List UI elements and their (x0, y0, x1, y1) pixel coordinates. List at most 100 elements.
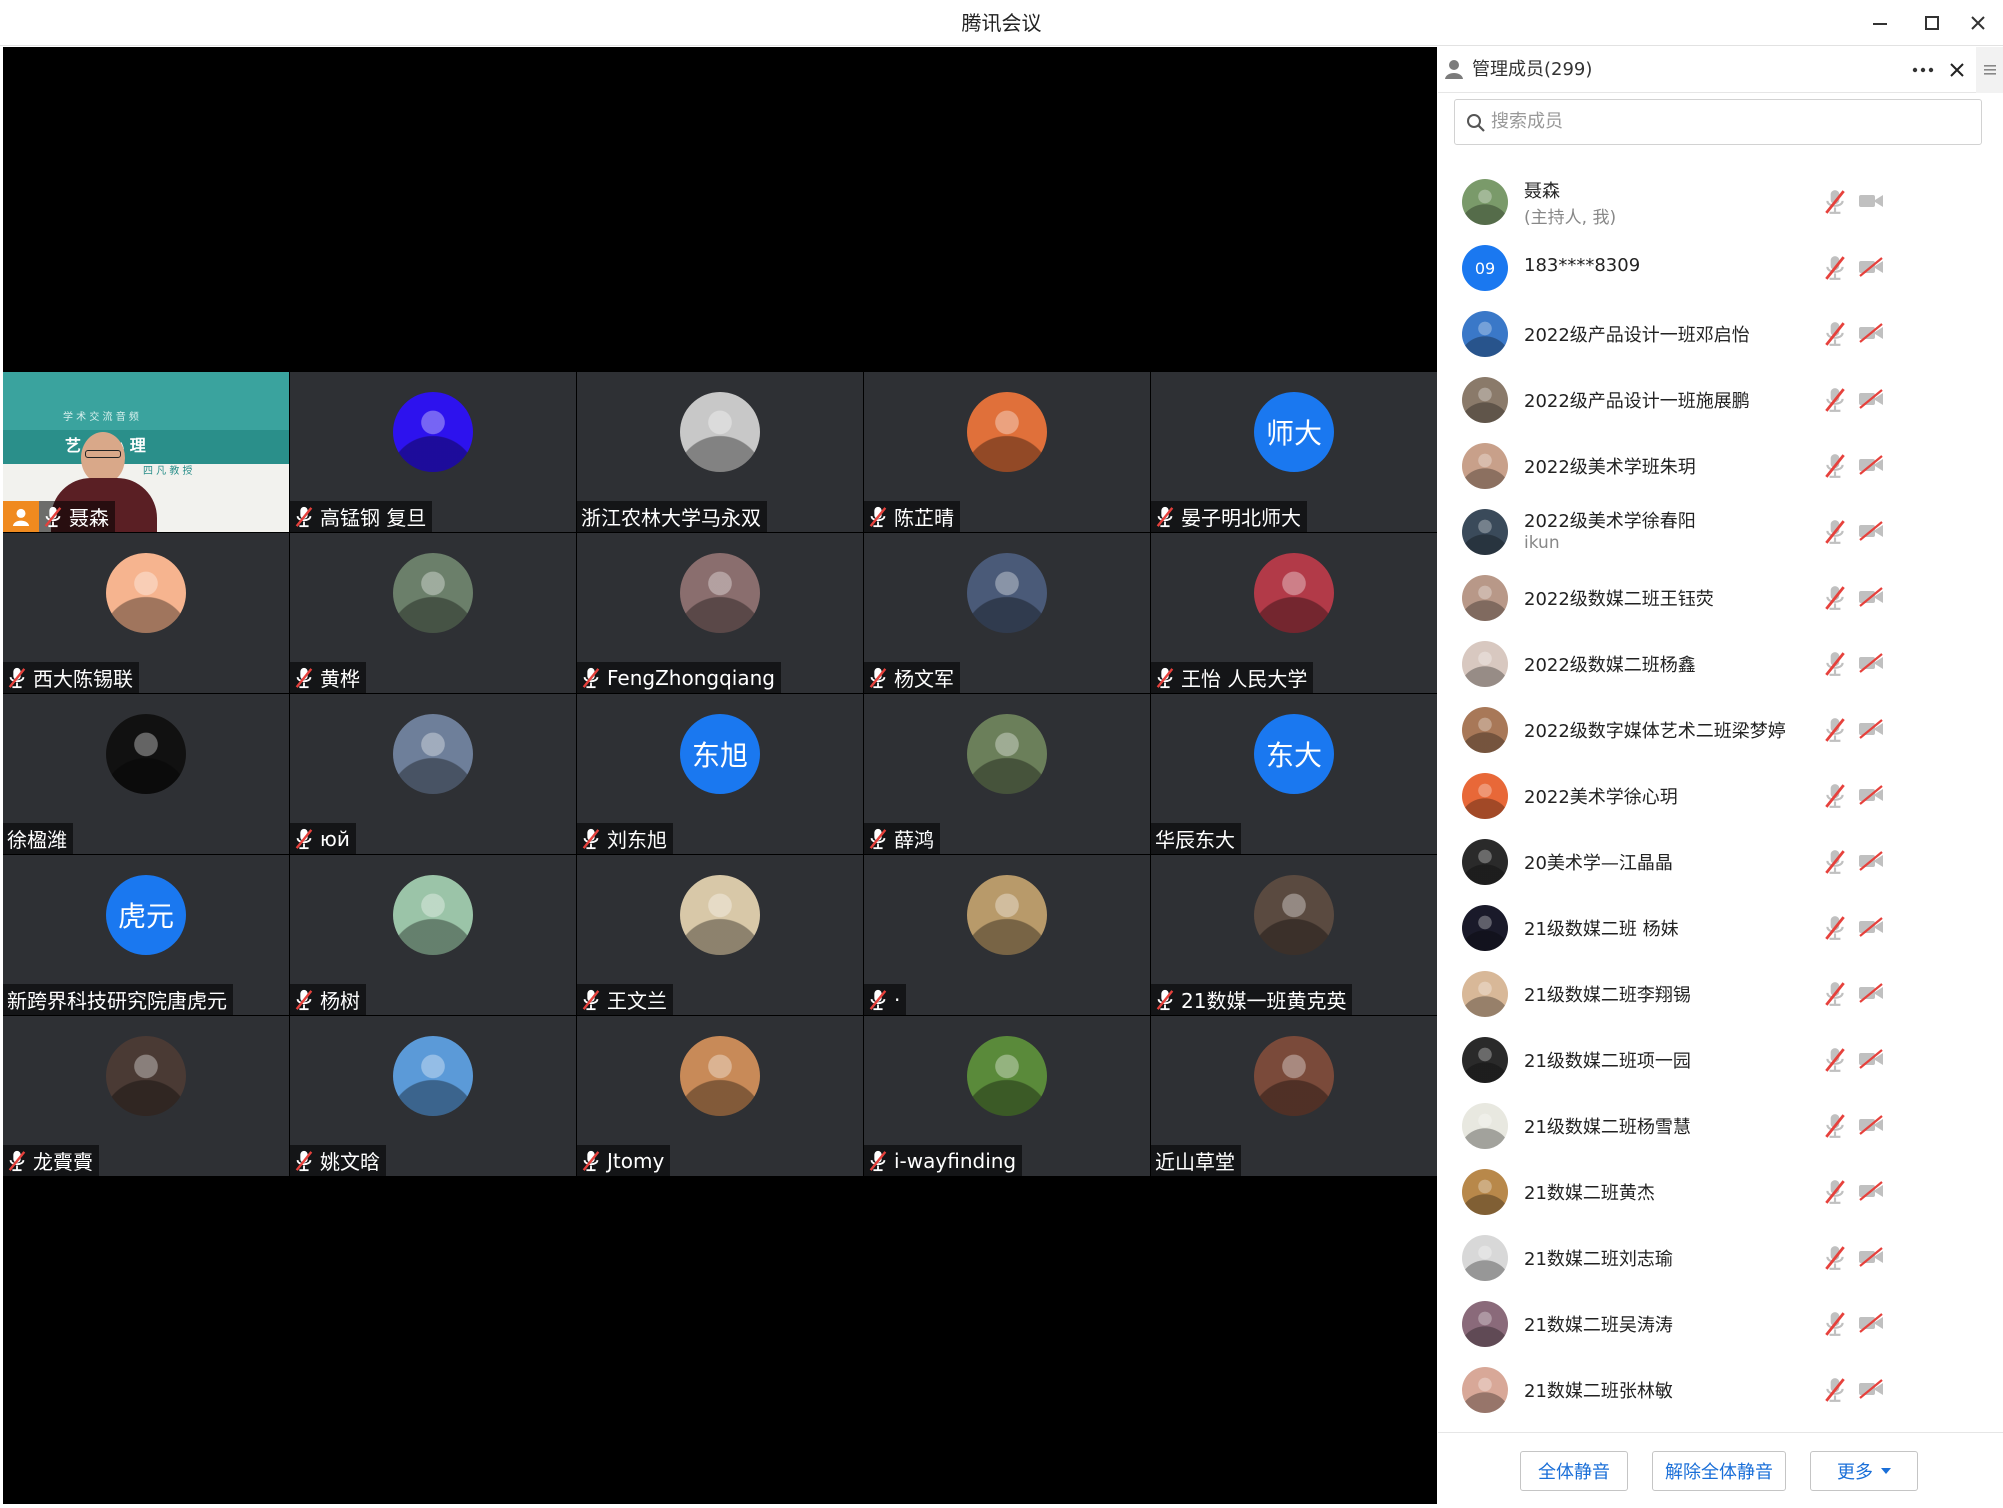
participant-name-label: 徐楹潍 (3, 823, 73, 854)
camera-icon (1859, 195, 1883, 207)
video-tile[interactable]: 学 术 交 流 音 频艺 与 心 理四 凡 教 授聂森 (3, 372, 289, 532)
member-camera-toggle[interactable] (1858, 521, 1884, 541)
mute-all-button[interactable]: 全体静音 (1520, 1451, 1628, 1491)
member-mic-toggle[interactable] (1824, 981, 1846, 1007)
video-tile[interactable]: 高锰钢 复旦 (290, 372, 576, 532)
video-tile[interactable]: 黄桦 (290, 533, 576, 693)
member-mic-toggle[interactable] (1824, 783, 1846, 809)
member-search-input[interactable]: 搜索成员 (1454, 99, 1982, 145)
member-camera-toggle[interactable] (1858, 983, 1884, 1003)
member-row[interactable]: 21级数媒二班项一园 (1438, 1027, 2003, 1093)
member-row[interactable]: 2022级产品设计一班邓启怡 (1438, 301, 2003, 367)
member-camera-toggle[interactable] (1858, 323, 1884, 343)
unmute-all-button[interactable]: 解除全体静音 (1652, 1451, 1786, 1491)
member-row[interactable]: 2022级美术学徐春阳 ikun (1438, 499, 2003, 565)
member-row[interactable]: 21数媒二班刘志瑜 (1438, 1225, 2003, 1291)
video-tile[interactable]: 龙賷賷 (3, 1016, 289, 1176)
member-row[interactable]: 2022级数媒二班杨鑫 (1438, 631, 2003, 697)
member-row[interactable]: 21数媒二班张林敏 (1438, 1357, 2003, 1423)
video-tile[interactable]: Jtomy (577, 1016, 863, 1176)
member-camera-toggle[interactable] (1858, 851, 1884, 871)
video-tile[interactable]: 21数媒一班黄克英 (1151, 855, 1437, 1015)
member-camera-toggle[interactable] (1858, 785, 1884, 805)
member-row[interactable]: 聂森 (主持人, 我) (1438, 169, 2003, 235)
member-mic-toggle[interactable] (1824, 585, 1846, 611)
panel-menu-button[interactable] (1976, 47, 2003, 93)
video-tile[interactable]: 西大陈锡联 (3, 533, 289, 693)
camera-off-icon (1859, 1379, 1883, 1399)
member-row[interactable]: 21数媒二班黄杰 (1438, 1159, 2003, 1225)
member-camera-toggle[interactable] (1858, 1181, 1884, 1201)
member-mic-toggle[interactable] (1824, 255, 1846, 281)
video-tile[interactable]: 徐楹潍 (3, 694, 289, 854)
more-button[interactable]: 更多 (1810, 1451, 1918, 1491)
video-tile[interactable]: юй (290, 694, 576, 854)
member-mic-toggle[interactable] (1824, 519, 1846, 545)
member-camera-toggle[interactable] (1858, 1379, 1884, 1399)
minimize-button[interactable] (1862, 7, 1898, 39)
video-tile[interactable]: 王文兰 (577, 855, 863, 1015)
member-camera-toggle[interactable] (1858, 1049, 1884, 1069)
member-mic-toggle[interactable] (1824, 651, 1846, 677)
video-tile[interactable]: 王怡 人民大学 (1151, 533, 1437, 693)
member-mic-toggle[interactable] (1824, 1311, 1846, 1337)
member-mic-toggle[interactable] (1824, 1047, 1846, 1073)
member-mic-toggle[interactable] (1824, 915, 1846, 941)
member-row[interactable]: 09 183****8309 (1438, 235, 2003, 301)
member-mic-toggle[interactable] (1824, 453, 1846, 479)
member-mic-toggle[interactable] (1824, 321, 1846, 347)
more-dots-icon (1912, 67, 1934, 73)
member-mic-toggle[interactable] (1824, 1245, 1846, 1271)
member-row[interactable]: 20美术学—江晶晶 (1438, 829, 2003, 895)
member-row[interactable]: 21级数媒二班李翔锡 (1438, 961, 2003, 1027)
member-camera-toggle[interactable] (1858, 455, 1884, 475)
member-row[interactable]: 2022美术学徐心玥 (1438, 763, 2003, 829)
member-camera-toggle[interactable] (1858, 719, 1884, 739)
video-tile[interactable]: 陈芷晴 (864, 372, 1150, 532)
member-camera-toggle[interactable] (1858, 587, 1884, 607)
video-tile[interactable]: 东旭 刘东旭 (577, 694, 863, 854)
member-camera-toggle[interactable] (1858, 389, 1884, 409)
member-mic-toggle[interactable] (1824, 849, 1846, 875)
member-camera-toggle[interactable] (1858, 1313, 1884, 1333)
video-tile[interactable]: 师大 晏子明北师大 (1151, 372, 1437, 532)
member-mic-toggle[interactable] (1824, 1113, 1846, 1139)
video-tile[interactable]: 姚文晗 (290, 1016, 576, 1176)
video-tile[interactable]: 杨树 (290, 855, 576, 1015)
member-row[interactable]: 2022级数字媒体艺术二班梁梦婷 (1438, 697, 2003, 763)
member-mic-toggle[interactable] (1824, 189, 1846, 215)
member-camera-toggle[interactable] (1858, 653, 1884, 673)
member-row[interactable]: 2022级数媒二班王钰荧 (1438, 565, 2003, 631)
video-tile[interactable]: i-wayfinding (864, 1016, 1150, 1176)
member-camera-toggle[interactable] (1858, 191, 1884, 211)
video-tile[interactable]: 浙江农林大学马永双 (577, 372, 863, 532)
member-camera-toggle[interactable] (1858, 917, 1884, 937)
video-tile[interactable]: 东大 华辰东大 (1151, 694, 1437, 854)
mic-muted-icon (1156, 506, 1174, 527)
video-tile[interactable]: 近山草堂 (1151, 1016, 1437, 1176)
member-mic-toggle[interactable] (1824, 1377, 1846, 1403)
maximize-button[interactable] (1914, 7, 1950, 39)
participant-name: 黄桦 (320, 667, 360, 691)
close-panel-button[interactable] (1942, 55, 1972, 85)
member-camera-toggle[interactable] (1858, 1115, 1884, 1135)
video-tile[interactable]: · (864, 855, 1150, 1015)
member-mic-toggle[interactable] (1824, 387, 1846, 413)
video-tile[interactable]: 杨文军 (864, 533, 1150, 693)
member-row[interactable]: 2022级美术学班朱玥 (1438, 433, 2003, 499)
member-mic-toggle[interactable] (1824, 1179, 1846, 1205)
participant-name-label: 晏子明北师大 (1151, 501, 1307, 532)
member-mic-toggle[interactable] (1824, 717, 1846, 743)
member-row[interactable]: 21级数媒二班杨雪慧 (1438, 1093, 2003, 1159)
participant-name-label: 杨树 (290, 984, 366, 1015)
member-row[interactable]: 21级数媒二班 杨妹 (1438, 895, 2003, 961)
close-window-button[interactable] (1960, 7, 1996, 39)
video-tile[interactable]: 虎元 新跨界科技研究院唐虎元 (3, 855, 289, 1015)
member-camera-toggle[interactable] (1858, 257, 1884, 277)
more-options-button[interactable] (1908, 55, 1938, 85)
video-tile[interactable]: 薛鸿 (864, 694, 1150, 854)
member-row[interactable]: 2022级产品设计一班施展鹏 (1438, 367, 2003, 433)
video-tile[interactable]: FengZhongqiang (577, 533, 863, 693)
member-camera-toggle[interactable] (1858, 1247, 1884, 1267)
member-row[interactable]: 21数媒二班吴涛涛 (1438, 1291, 2003, 1357)
